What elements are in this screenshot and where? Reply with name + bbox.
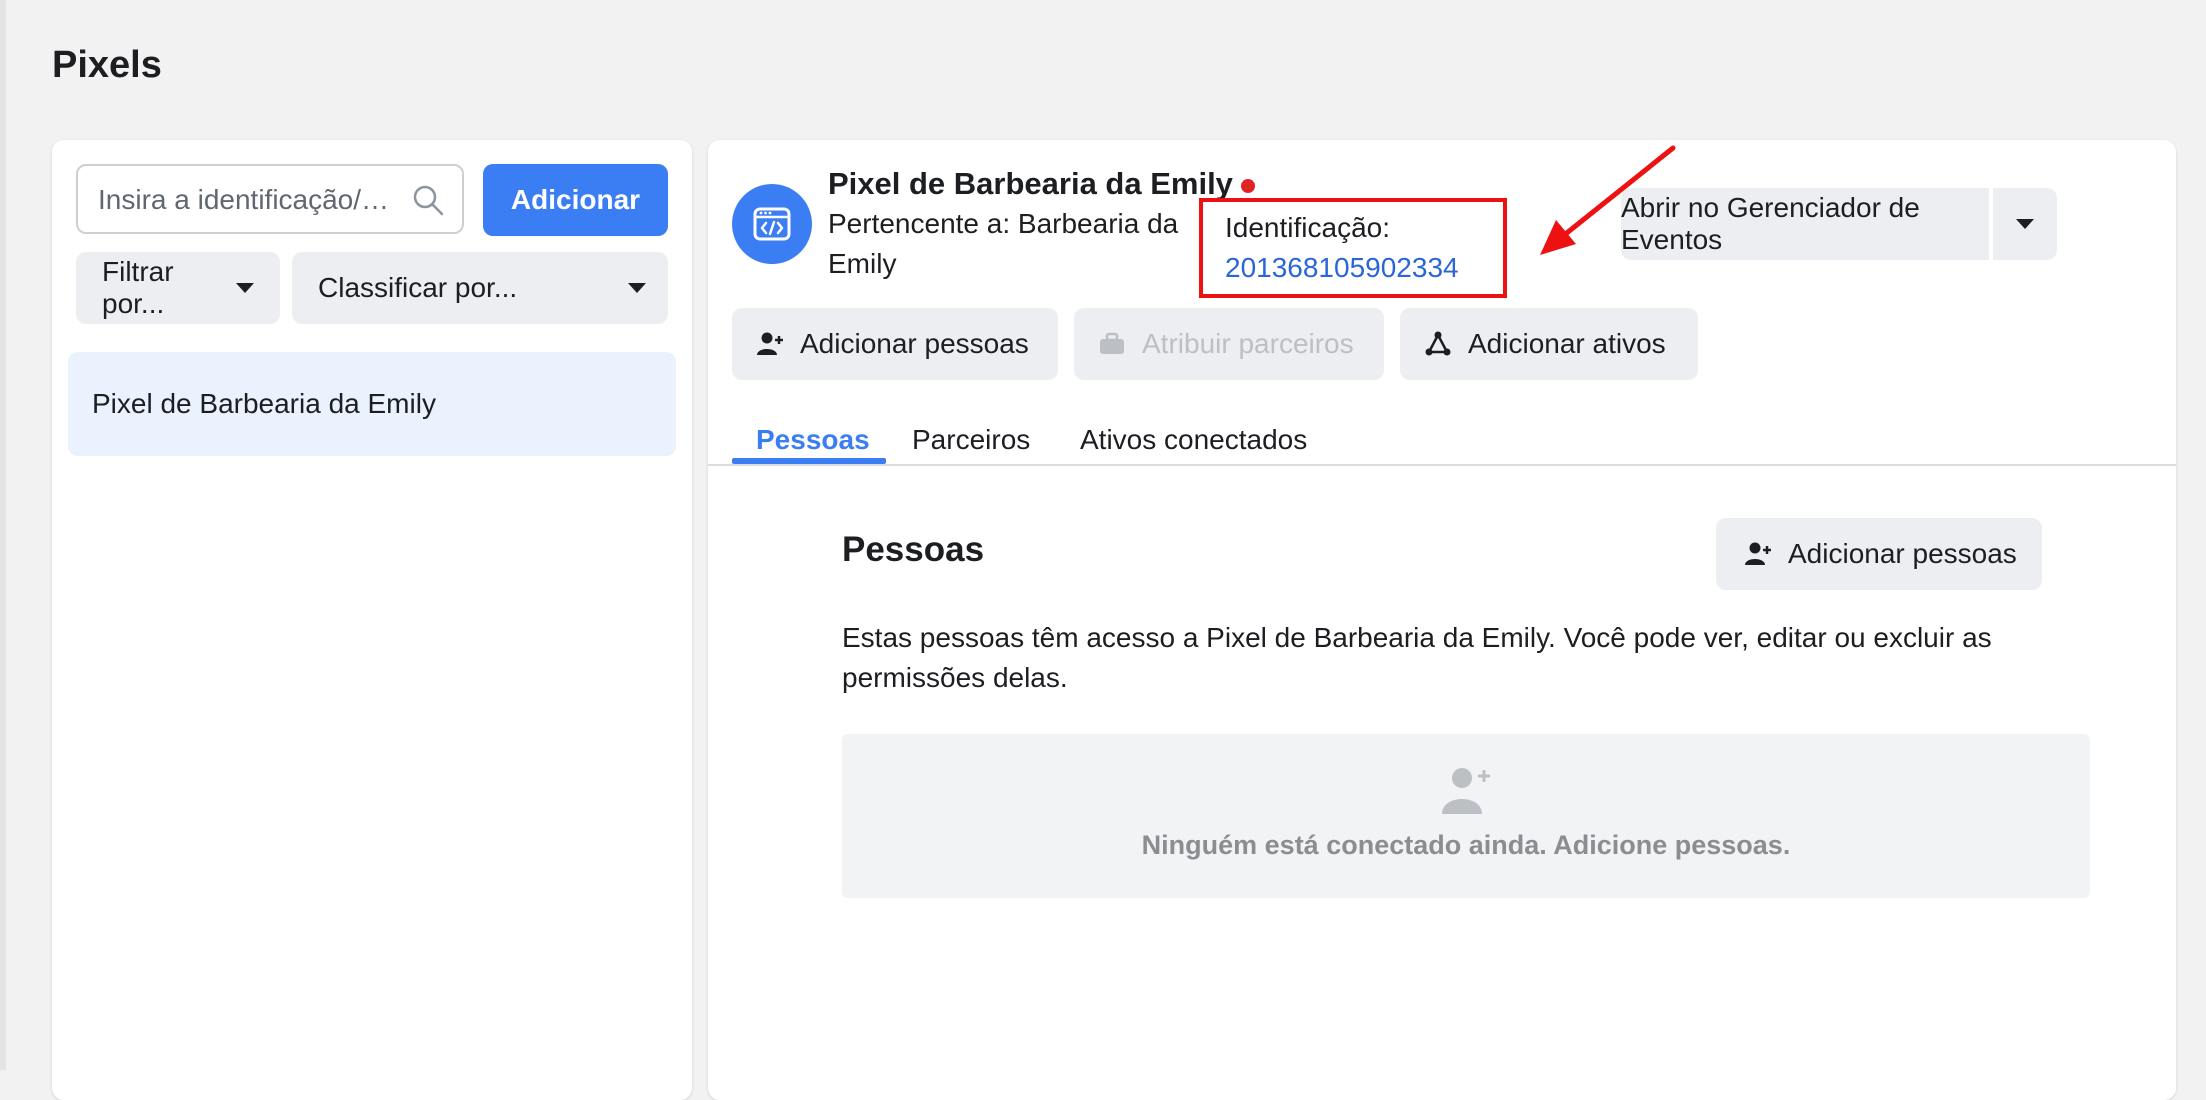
pixel-list-panel: Adicionar Filtrar por... Classificar por… (52, 140, 692, 1100)
add-person-icon (757, 332, 783, 355)
code-window-icon (753, 207, 791, 241)
sort-dropdown-label: Classificar por... (318, 272, 518, 303)
empty-state: Ninguém está conectado ainda. Adicione p… (842, 734, 2090, 898)
open-events-menu-button[interactable] (1993, 188, 2057, 260)
id-highlight-box: Identificação: 201368105902334 (1199, 198, 1507, 298)
briefcase-icon (1100, 332, 1124, 354)
page-title: Pixels (52, 44, 162, 86)
caret-down-icon (628, 283, 646, 293)
pixel-detail-panel: Pixel de Barbearia da Emily Pertencente … (708, 140, 2176, 1100)
add-person-icon (1442, 768, 1490, 814)
network-nodes-icon (1425, 331, 1451, 356)
id-label: Identificação: (1225, 212, 1390, 243)
caret-down-icon (2016, 219, 2034, 229)
owner-text: Pertencente a: Barbearia da Emily (828, 208, 1179, 279)
list-item[interactable]: Pixel de Barbearia da Emily (68, 352, 676, 456)
filter-dropdown[interactable]: Filtrar por... (76, 252, 280, 324)
status-dot-icon (1240, 178, 1255, 193)
search-box[interactable] (76, 164, 464, 234)
pixel-avatar (732, 184, 812, 264)
sort-dropdown[interactable]: Classificar por... (292, 252, 668, 324)
add-person-icon (1745, 542, 1771, 565)
section-add-people-label: Adicionar pessoas (1788, 538, 2017, 569)
tab-ativos-conectados[interactable]: Ativos conectados (1080, 398, 1307, 482)
assign-partners-button[interactable]: Atribuir parceiros (1074, 308, 1384, 380)
pixel-name: Pixel de Barbearia da Emily (828, 166, 1233, 201)
section-title: Pessoas (842, 530, 985, 569)
pixel-name-heading: Pixel de Barbearia da Emily (828, 166, 1255, 202)
assign-partners-label: Atribuir parceiros (1142, 328, 1354, 359)
empty-state-text: Ninguém está conectado ainda. Adicione p… (1141, 830, 1791, 860)
add-assets-label: Adicionar ativos (1468, 328, 1666, 359)
tab-parceiros[interactable]: Parceiros (912, 398, 1030, 482)
add-pixel-button[interactable]: Adicionar (483, 164, 668, 236)
section-description: Estas pessoas têm acesso a Pixel de Barb… (842, 622, 1992, 693)
add-people-label: Adicionar pessoas (800, 328, 1029, 359)
filter-dropdown-label: Filtrar por... (102, 256, 174, 319)
tabs-divider (708, 464, 2176, 466)
search-icon[interactable] (410, 182, 446, 218)
search-input[interactable] (96, 166, 400, 234)
add-people-button[interactable]: Adicionar pessoas (732, 308, 1058, 380)
tab-pessoas[interactable]: Pessoas (756, 398, 870, 482)
window-edge (0, 0, 6, 1070)
section-add-people-button[interactable]: Adicionar pessoas (1716, 518, 2042, 590)
list-item-label: Pixel de Barbearia da Emily (92, 388, 436, 419)
id-value[interactable]: 201368105902334 (1225, 248, 1503, 288)
caret-down-icon (236, 283, 254, 293)
add-assets-button[interactable]: Adicionar ativos (1400, 308, 1698, 380)
open-events-manager-button[interactable]: Abrir no Gerenciador de Eventos (1621, 188, 1989, 260)
